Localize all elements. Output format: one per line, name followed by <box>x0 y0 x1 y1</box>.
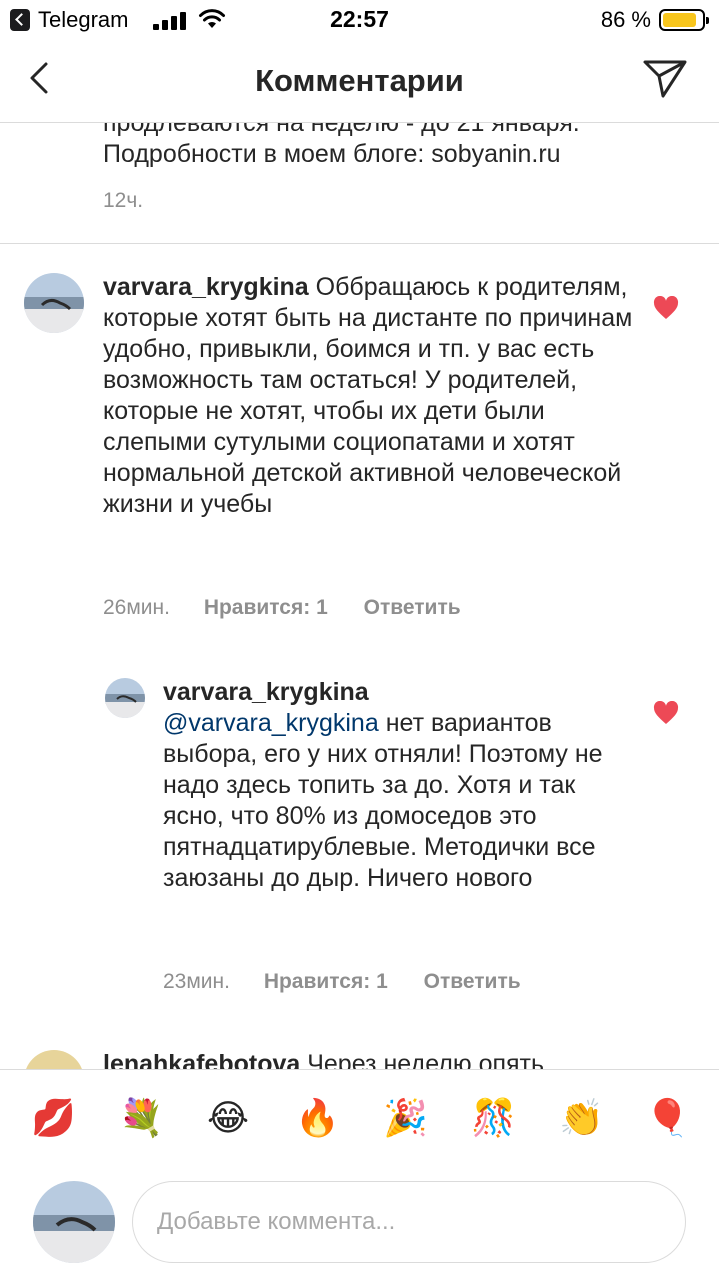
party-popper-emoji-icon[interactable]: 🎉 <box>383 1096 428 1140</box>
comment-composer <box>0 1169 719 1280</box>
reply-button[interactable]: Ответить <box>364 596 461 619</box>
bouquet-emoji-icon[interactable]: 💐 <box>119 1096 164 1140</box>
avatar[interactable] <box>105 678 145 718</box>
comment-username[interactable]: varvara_krygkina <box>163 677 633 708</box>
comment-likes[interactable]: Нравится: 1 <box>204 596 328 619</box>
header: Комментарии <box>0 40 719 123</box>
send-icon[interactable] <box>641 54 689 102</box>
comment-mention[interactable]: @varvara_krygkina <box>163 709 379 737</box>
comment-time: 26мин. <box>103 596 170 619</box>
comment-meta: 23мин. Нравится: 1 Ответить <box>163 970 521 994</box>
clapping-hands-emoji-icon[interactable]: 👏 <box>559 1096 604 1140</box>
fire-emoji-icon[interactable]: 🔥 <box>295 1096 340 1140</box>
comment-text: varvara_krygkina @varvara_krygkina нет в… <box>163 677 633 894</box>
comment-likes[interactable]: Нравится: 1 <box>264 970 388 993</box>
confetti-ball-emoji-icon[interactable]: 🎊 <box>471 1096 516 1140</box>
comment-username[interactable]: varvara_krygkina <box>103 273 309 301</box>
divider <box>0 243 719 244</box>
avatar[interactable] <box>24 273 84 333</box>
balloon-emoji-icon[interactable]: 🎈 <box>645 1096 690 1140</box>
comment-input[interactable] <box>132 1181 686 1263</box>
reply-button[interactable]: Ответить <box>424 970 521 993</box>
tears-of-joy-emoji-icon[interactable]: 😂 <box>207 1096 249 1140</box>
comment-time: 23мин. <box>163 970 230 993</box>
like-heart-icon[interactable] <box>653 296 679 320</box>
comment-text: varvara_krygkina Оббращаюсь к родителям,… <box>103 272 643 520</box>
kiss-emoji-icon[interactable]: 💋 <box>31 1096 76 1140</box>
comment-meta: 26мин. Нравится: 1 Ответить <box>103 596 461 620</box>
page-title: Комментарии <box>255 63 464 98</box>
comment-body: Оббращаюсь к родителям, которые хотят бы… <box>103 273 633 518</box>
user-avatar <box>33 1181 115 1263</box>
caption-line: Подробности в моем блоге: sobyanin.ru <box>103 140 561 168</box>
caption-time: 12ч. <box>103 189 144 212</box>
like-heart-icon[interactable] <box>653 701 679 725</box>
emoji-quick-bar: 💋 💐 😂 🔥 🎉 🎊 👏 🎈 <box>0 1069 719 1170</box>
